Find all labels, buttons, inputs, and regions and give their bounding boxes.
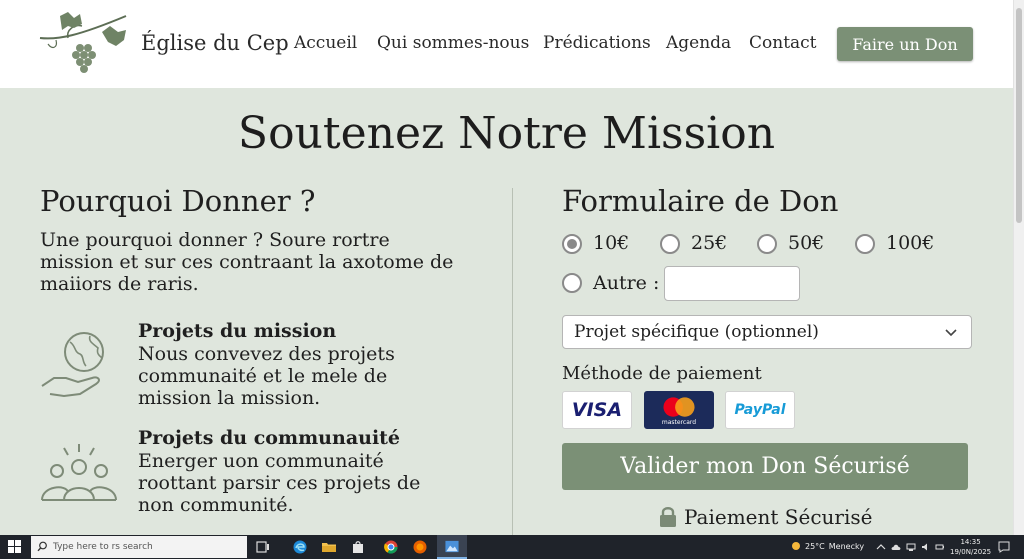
amount-radio-10[interactable]: [562, 234, 582, 254]
brand-name[interactable]: Église du Cep: [141, 31, 289, 55]
nav-agenda[interactable]: Agenda: [666, 33, 731, 53]
secure-payment-notice: Paiement Sécurisé: [658, 505, 872, 529]
lock-icon: [660, 507, 676, 527]
clock-time: 14:35: [960, 538, 981, 546]
amount-label-25[interactable]: 25€: [691, 232, 727, 254]
why-give-heading: Pourquoi Donner ?: [40, 184, 316, 218]
donation-form-heading: Formulaire de Don: [562, 184, 839, 218]
amount-label-100[interactable]: 100€: [886, 232, 934, 254]
project-select[interactable]: Projet spécifique (optionnel): [562, 315, 972, 349]
active-app-indicator[interactable]: [437, 535, 467, 559]
taskbar-search-placeholder: Type here to rs search: [53, 542, 153, 552]
weather-temp: 25°C: [805, 541, 825, 551]
sun-weather-icon: [792, 542, 800, 550]
amount-label-10[interactable]: 10€: [593, 232, 629, 254]
tray-chevron-up-icon[interactable]: [876, 542, 886, 552]
feature-title-mission: Projets du mission: [138, 320, 337, 342]
nav-predications[interactable]: Prédications: [543, 33, 651, 53]
column-divider: [512, 188, 513, 535]
volume-icon[interactable]: [921, 542, 931, 552]
taskbar-weather[interactable]: 25°C Menecky: [791, 541, 864, 551]
nav-qui-sommes-nous[interactable]: Qui sommes-nous: [377, 33, 529, 53]
network-icon[interactable]: [906, 542, 916, 552]
notification-center-icon[interactable]: [998, 541, 1010, 553]
edge-browser-icon[interactable]: [292, 539, 308, 555]
amount-radio-other[interactable]: [562, 273, 582, 293]
taskbar-search-input[interactable]: Type here to rs search: [31, 536, 247, 558]
feature-desc-mission: Nous convevez des projets communaité et …: [138, 343, 395, 409]
chevron-down-icon: [945, 329, 957, 337]
firefox-icon[interactable]: [412, 539, 428, 555]
project-select-value: Projet spécifique (optionnel): [574, 322, 819, 342]
amount-other-label: Autre :: [593, 272, 660, 294]
community-group-icon: [41, 444, 117, 501]
paypal-logo: PayPal: [734, 402, 786, 418]
store-icon[interactable]: [350, 539, 366, 555]
search-icon: [37, 541, 47, 552]
windows-start-icon[interactable]: [8, 540, 22, 554]
feature-title-community: Projets du communauité: [138, 427, 401, 449]
file-explorer-icon[interactable]: [321, 539, 337, 555]
amount-radio-100[interactable]: [855, 234, 875, 254]
globe-hand-icon: [41, 332, 104, 398]
amount-radio-25[interactable]: [660, 234, 680, 254]
page-scrollbar[interactable]: [1013, 0, 1024, 535]
visa-card-option[interactable]: VISA: [562, 391, 632, 429]
validate-donation-button[interactable]: Valider mon Don Sécurisé: [562, 443, 968, 490]
grapevine-logo-icon[interactable]: [38, 10, 130, 78]
nav-accueil[interactable]: Accueil: [294, 33, 357, 53]
paypal-option[interactable]: PayPal: [725, 391, 795, 429]
amount-radio-50[interactable]: [757, 234, 777, 254]
payment-method-label: Méthode de paiement: [562, 363, 762, 384]
other-amount-input[interactable]: [664, 266, 800, 301]
page-title: Soutenez Notre Mission: [237, 108, 776, 159]
nav-contact[interactable]: Contact: [749, 33, 817, 53]
donate-button[interactable]: Faire un Don: [837, 27, 973, 61]
mastercard-option[interactable]: mastercard: [644, 391, 714, 429]
weather-place: Menecky: [828, 541, 865, 551]
taskbar-clock[interactable]: 14:35 19/0N/2025: [950, 537, 991, 557]
scrollbar-thumb[interactable]: [1016, 8, 1022, 223]
windows-taskbar: Type here to rs search 25°C Menecky 14:3…: [0, 535, 1024, 559]
amount-label-50[interactable]: 50€: [788, 232, 824, 254]
task-view-icon[interactable]: [255, 539, 271, 555]
mastercard-label: mastercard: [661, 419, 697, 426]
why-give-intro: Une pourquoi donner ? Soure rortre missi…: [40, 229, 454, 295]
clock-date: 19/0N/2025: [950, 548, 992, 556]
site-header: Église du Cep Accueil Qui sommes-nous Pr…: [0, 0, 1013, 88]
feature-desc-community: Energer uon communaité roottant parsir c…: [138, 450, 421, 516]
visa-logo: VISA: [571, 399, 623, 421]
cloud-icon[interactable]: [891, 542, 901, 552]
chrome-icon[interactable]: [383, 539, 399, 555]
secure-payment-label: Paiement Sécurisé: [684, 505, 873, 529]
photos-app-icon: [445, 540, 459, 553]
battery-icon[interactable]: [935, 542, 945, 552]
